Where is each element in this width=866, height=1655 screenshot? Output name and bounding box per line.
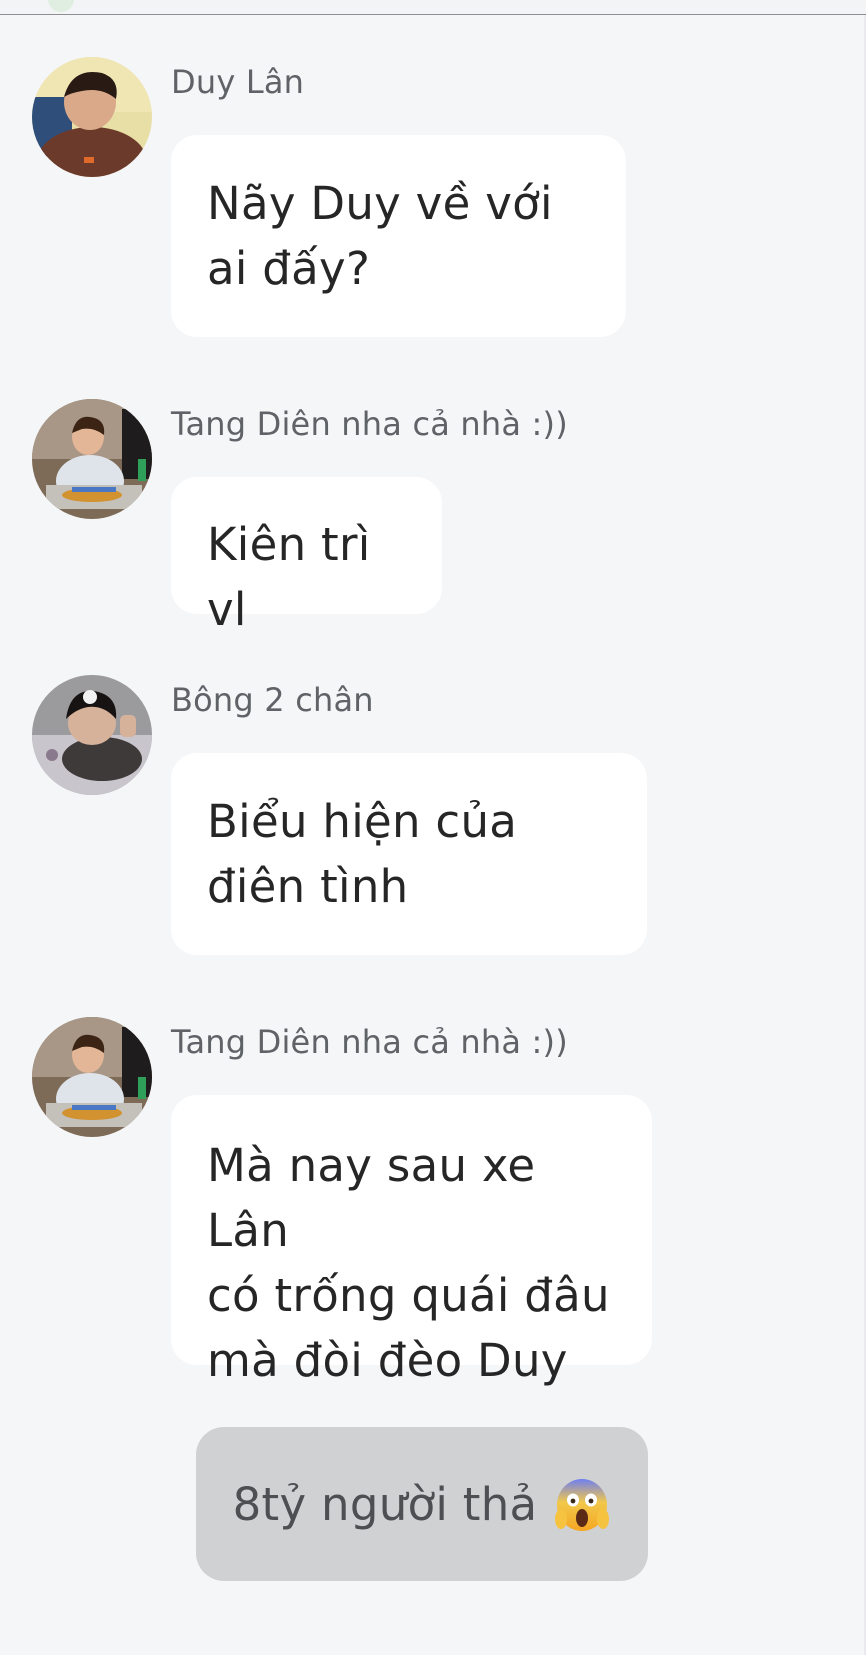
top-bar (0, 0, 866, 15)
avatar-tang-dien[interactable] (32, 399, 152, 519)
reaction-badge[interactable]: 8tỷ người thả (196, 1427, 648, 1581)
sender-name: Tang Diên nha cả nhà :)) (171, 405, 568, 443)
screaming-face-icon (553, 1475, 611, 1533)
avatar-bong-2-chan[interactable] (32, 675, 152, 795)
message-text: Nãy Duy về với ai đấy? (207, 177, 553, 295)
sender-name: Bông 2 chân (171, 681, 374, 719)
message-text: Mà nay sau xe Lân có trống quái đâu mà đ… (207, 1139, 610, 1387)
avatar-duy-lan[interactable] (32, 57, 152, 177)
message-text: Kiên trì vl (207, 518, 371, 636)
message-bubble[interactable]: Kiên trì vl (171, 477, 442, 636)
avatar-tang-dien[interactable] (32, 1017, 152, 1137)
reaction-text: 8tỷ người thả (232, 1477, 538, 1531)
sender-name: Tang Diên nha cả nhà :)) (171, 1023, 568, 1061)
message-text: Biểu hiện của điên tình (207, 795, 518, 913)
top-bar-icon (48, 0, 74, 12)
sender-name: Duy Lân (171, 63, 305, 101)
message-bubble[interactable]: Biểu hiện của điên tình (171, 753, 647, 955)
message-bubble[interactable]: Mà nay sau xe Lân có trống quái đâu mà đ… (171, 1095, 652, 1387)
message-bubble[interactable]: Nãy Duy về với ai đấy? (171, 135, 626, 337)
